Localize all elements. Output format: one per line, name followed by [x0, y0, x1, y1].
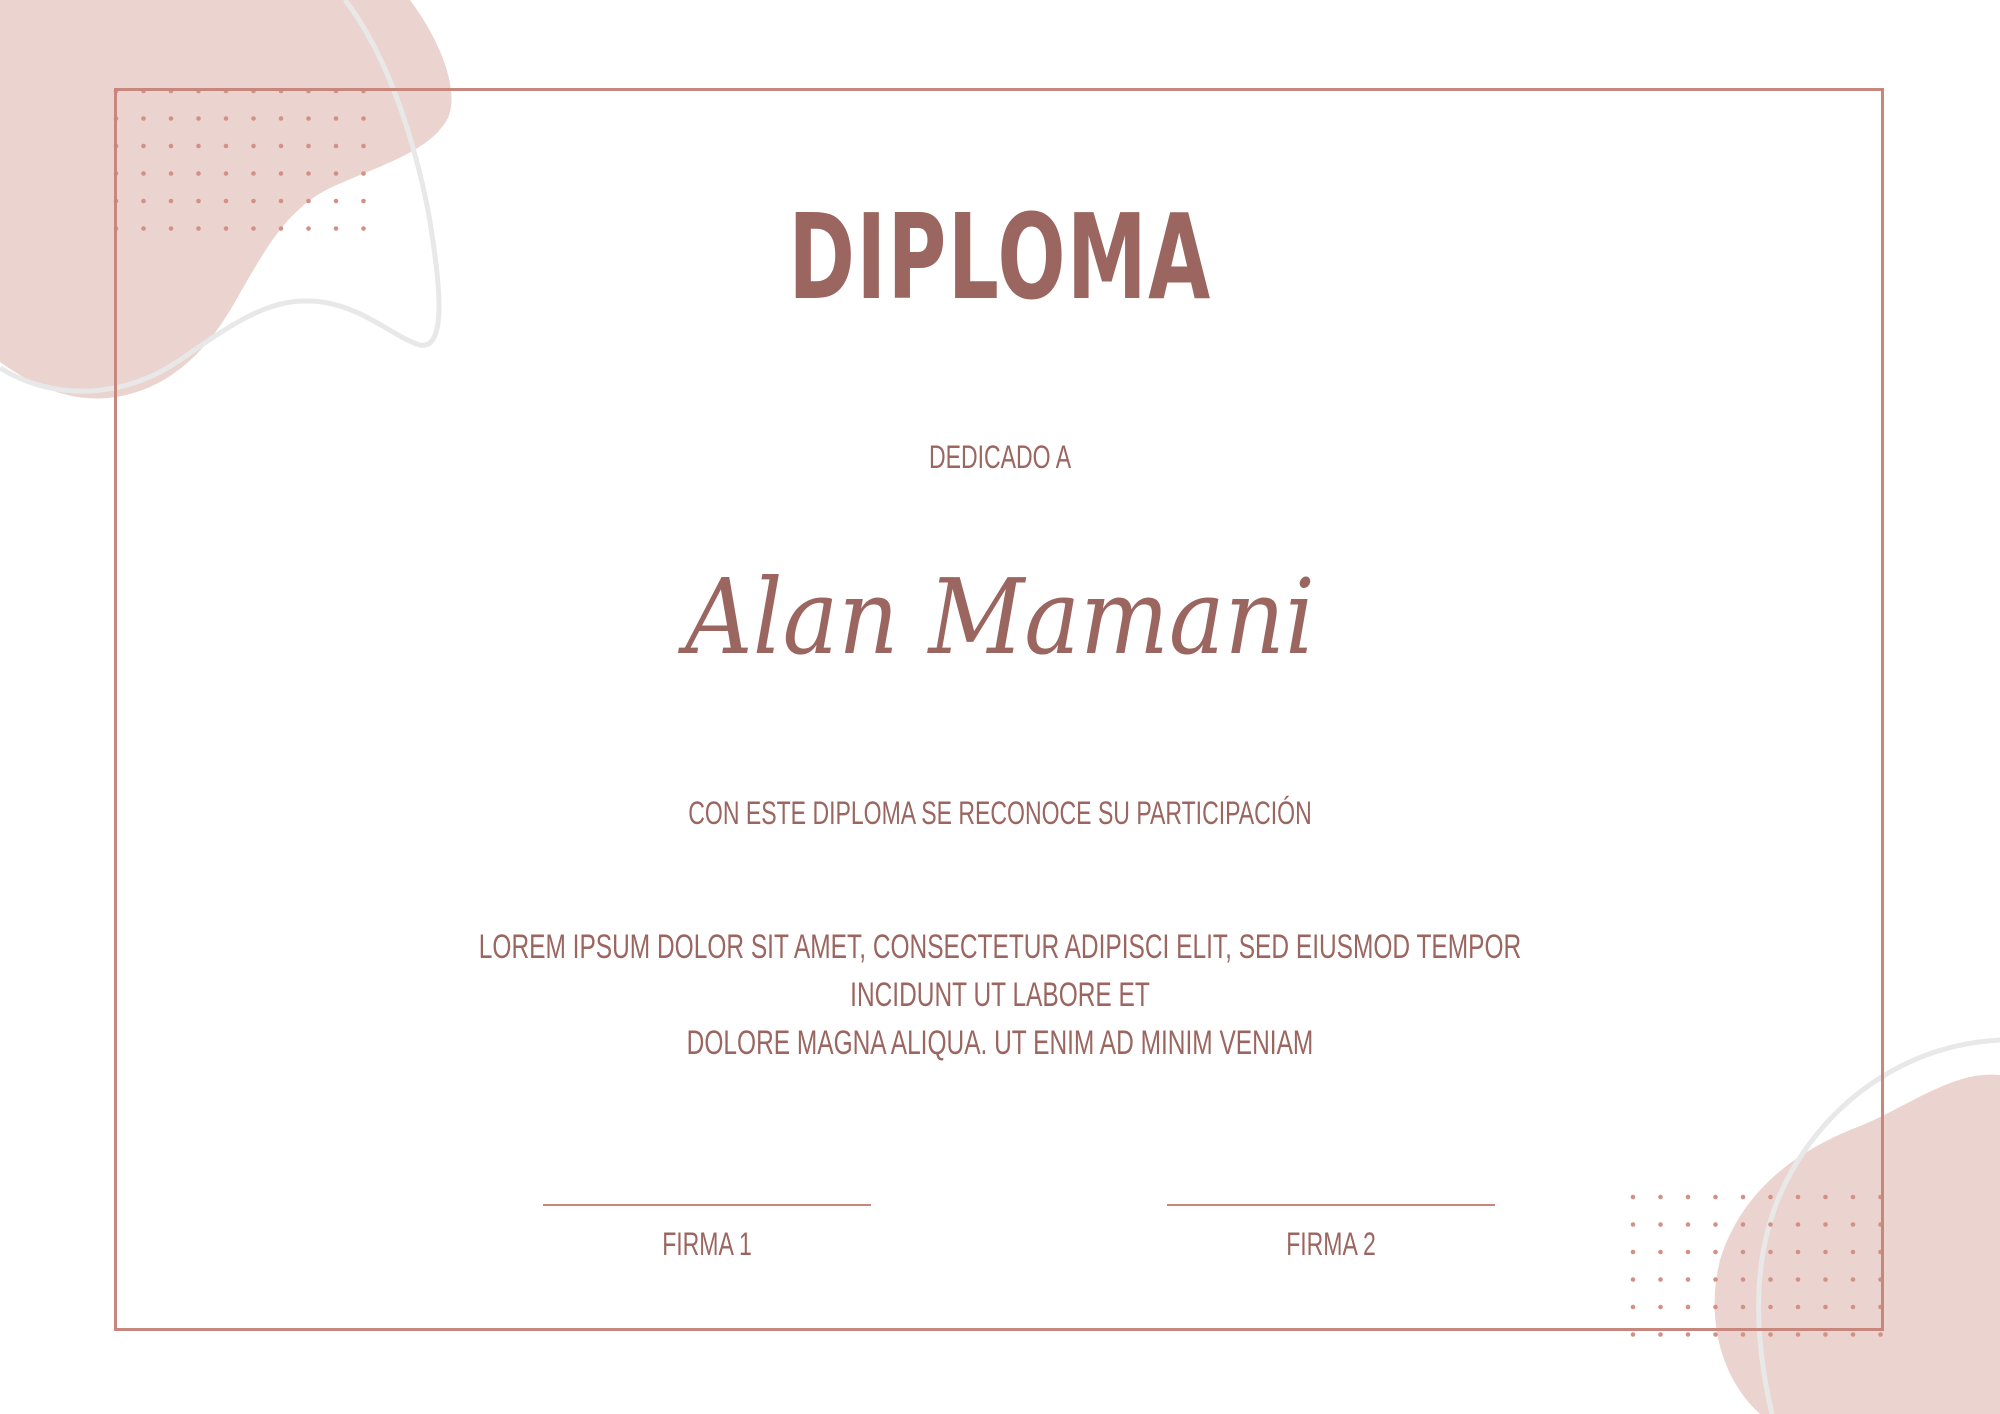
- certificate-title: DIPLOMA: [788, 188, 1212, 326]
- signature-label-2: FIRMA 2: [1286, 1226, 1376, 1262]
- decor-dot: [1823, 1332, 1828, 1337]
- dedication-label: DEDICADO A: [928, 439, 1072, 475]
- signature-line-1: [543, 1204, 871, 1206]
- decor-dot: [1878, 1332, 1883, 1337]
- decor-dot: [1630, 1332, 1636, 1337]
- signature-line-2: [1167, 1204, 1495, 1206]
- description-line-2: DOLORE MAGNA ALIQUA. UT ENIM AD MINIM VE…: [686, 1024, 1314, 1062]
- decor-dot: [1740, 1332, 1746, 1337]
- description-line-1: LOREM IPSUM DOLOR SIT AMET, CONSECTETUR …: [478, 928, 1522, 1014]
- recipient-name: Alan Mamani: [685, 556, 1315, 678]
- certificate-description: LOREM IPSUM DOLOR SIT AMET, CONSECTETUR …: [467, 923, 1533, 1067]
- decor-dot: [1713, 1332, 1718, 1337]
- decor-dot: [1768, 1332, 1773, 1337]
- decor-dot: [1795, 1332, 1801, 1337]
- recognition-statement: CON ESTE DIPLOMA SE RECONOCE SU PARTICIP…: [688, 795, 1312, 831]
- signature-label-1: FIRMA 1: [662, 1226, 752, 1262]
- decor-dot: [1658, 1332, 1663, 1337]
- decor-dot: [1850, 1332, 1856, 1337]
- decor-dot: [1685, 1332, 1691, 1337]
